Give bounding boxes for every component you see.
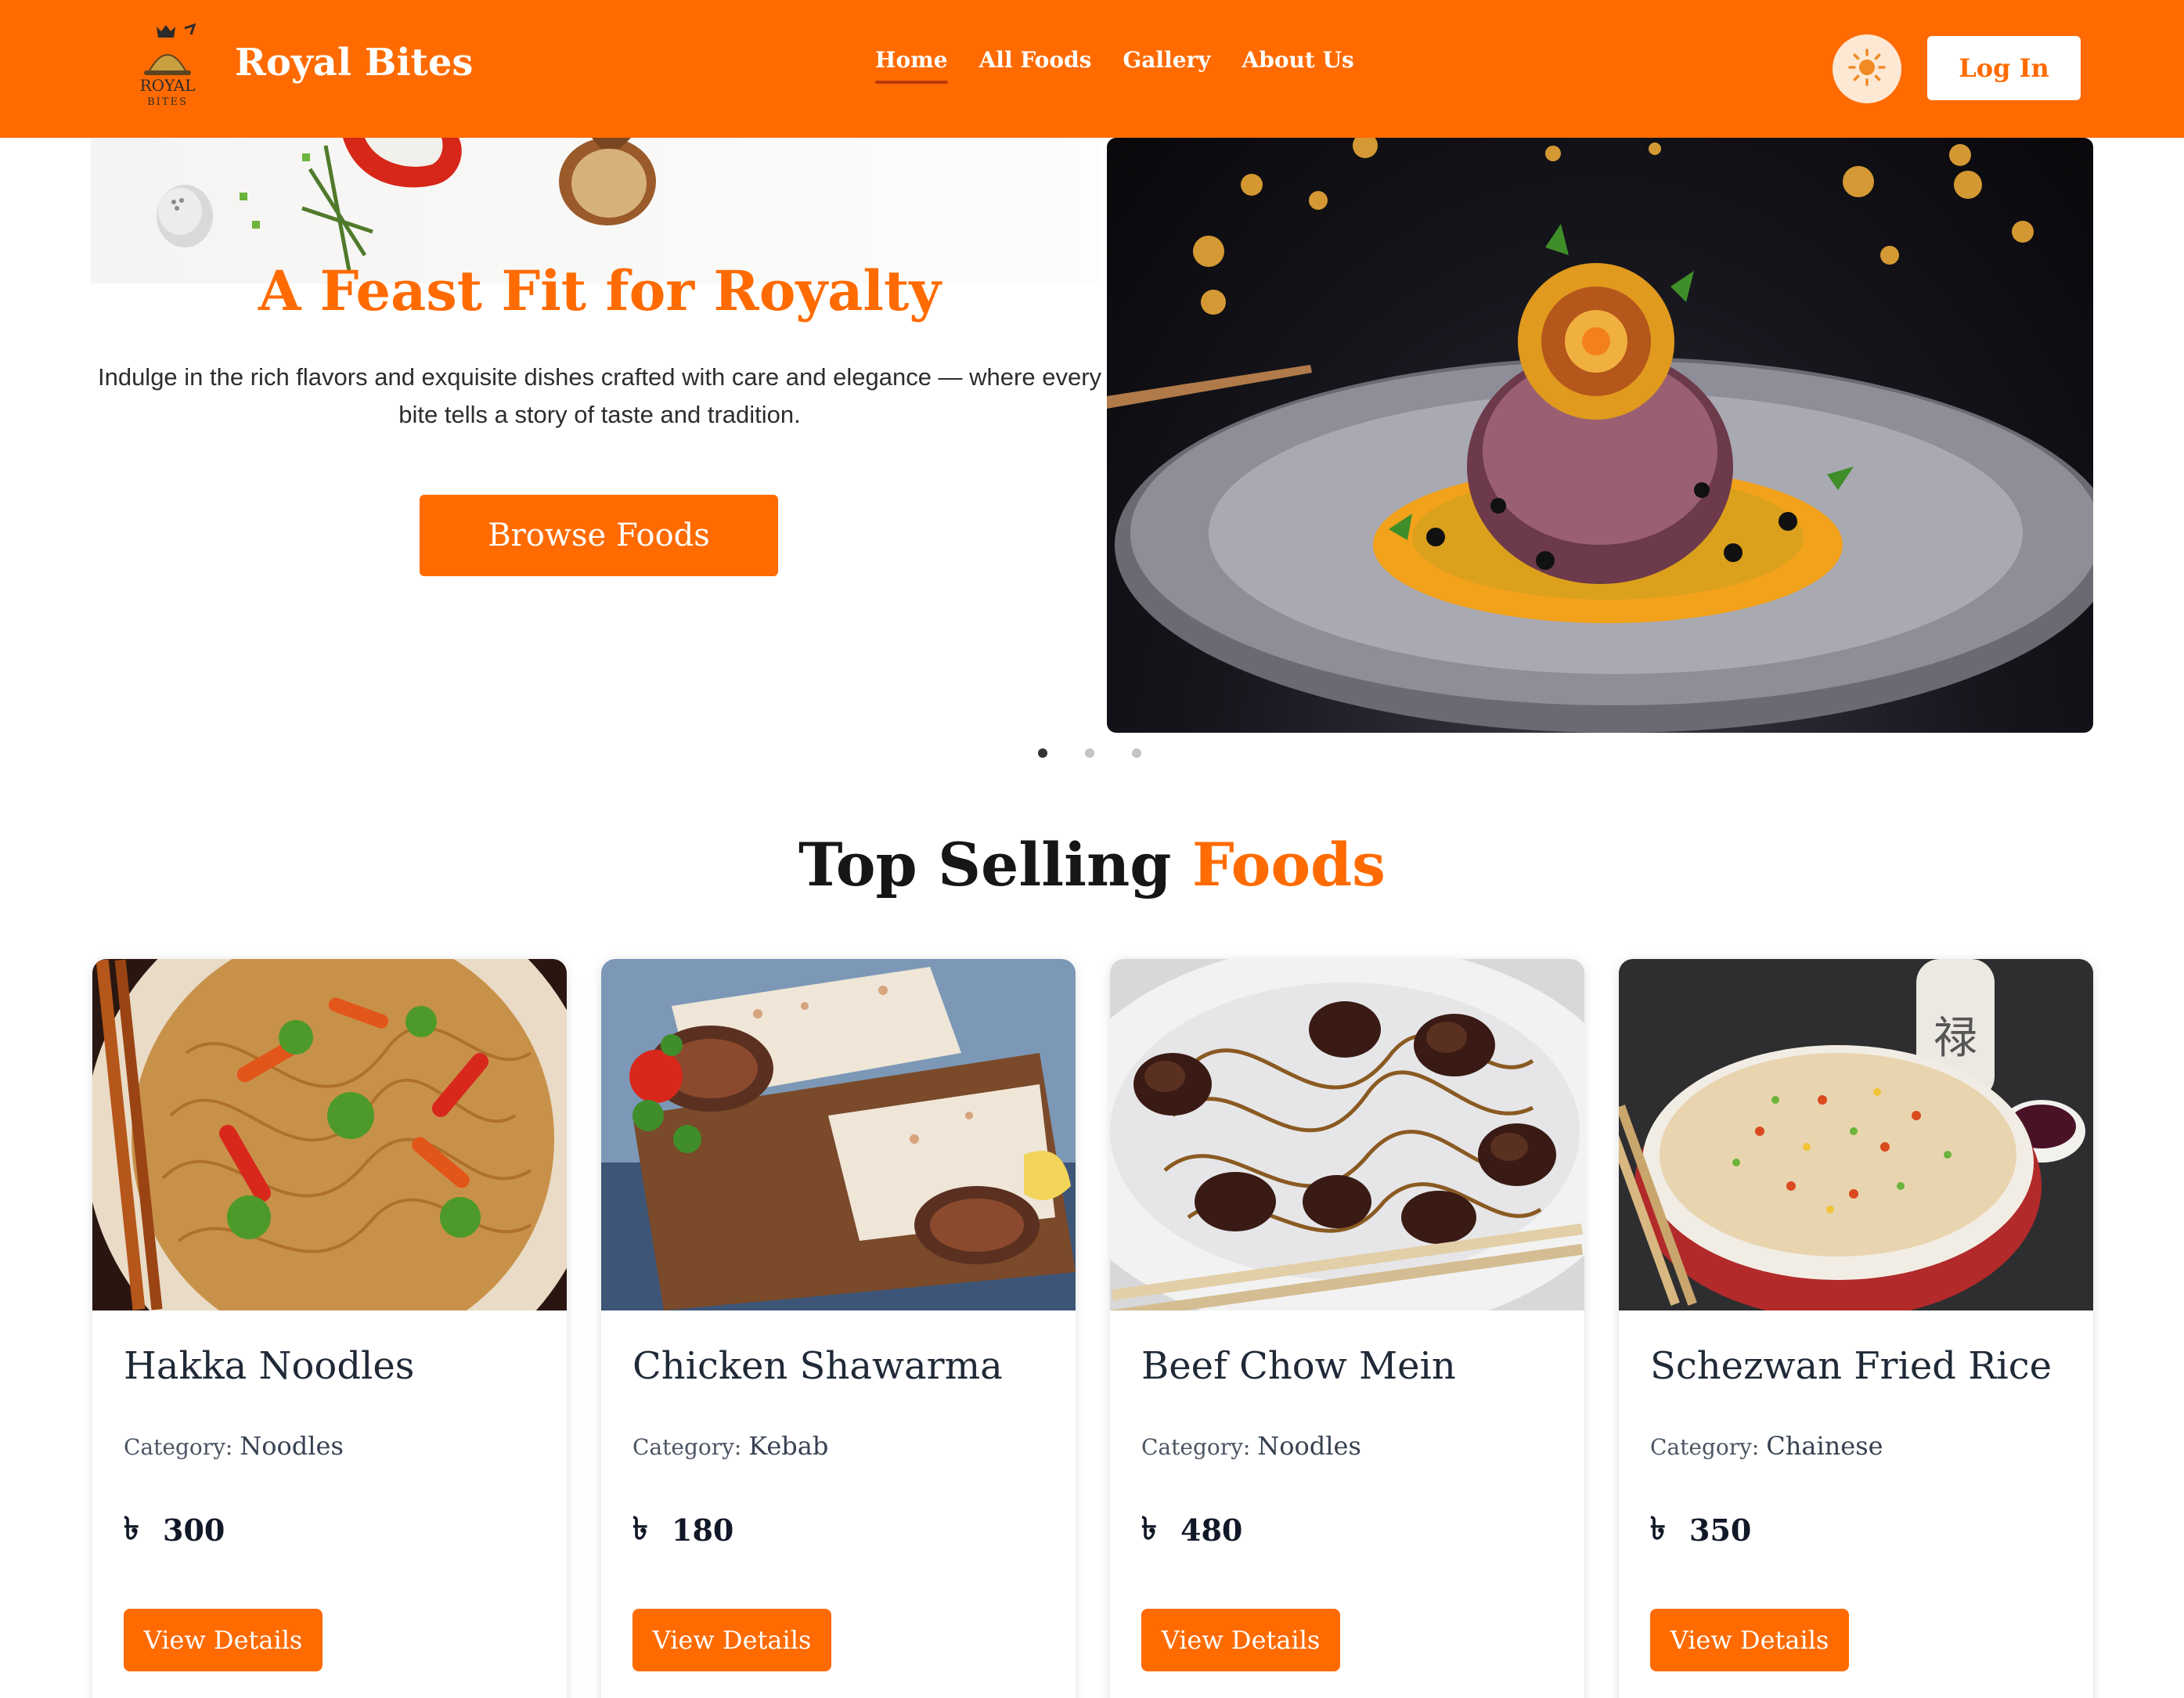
food-price: ৳ 350 (1650, 1504, 1751, 1556)
price-value: 180 (672, 1512, 734, 1548)
food-card: Hakka Noodles Category: Noodles ৳ 300 Vie… (92, 959, 567, 1698)
food-name: Beef Chow Mein (1141, 1344, 1456, 1388)
browse-foods-button[interactable]: Browse Foods (420, 495, 778, 576)
category-label: Category: (1141, 1434, 1251, 1460)
section-title: Top Selling Foods (0, 830, 2184, 899)
food-image-schezwan-fried-rice: 禄 (1619, 959, 2093, 1310)
carousel-dot-3[interactable] (1132, 748, 1141, 758)
navbar: ROYAL BITES Royal Bites Home All Foods G… (0, 0, 2184, 138)
category-value: Noodles (1257, 1431, 1361, 1461)
food-category: Category: Noodles (1141, 1431, 1361, 1461)
carousel-dot-1[interactable] (1038, 748, 1047, 758)
taka-currency-icon: ৳ (1141, 1511, 1157, 1547)
food-price: ৳ 180 (632, 1504, 733, 1556)
taka-currency-icon: ৳ (124, 1511, 139, 1547)
food-card-list: Hakka Noodles Category: Noodles ৳ 300 Vie… (92, 959, 2093, 1698)
food-image-hakka-noodles (92, 959, 567, 1310)
brand-name[interactable]: Royal Bites (235, 41, 473, 85)
svg-text:BITES: BITES (147, 96, 188, 108)
svg-text:禄: 禄 (1934, 1013, 1977, 1064)
price-value: 480 (1180, 1512, 1243, 1548)
view-details-button[interactable]: View Details (1141, 1609, 1340, 1671)
view-details-button[interactable]: View Details (124, 1609, 323, 1671)
food-price: ৳ 300 (124, 1504, 225, 1556)
nav-gallery[interactable]: Gallery (1123, 47, 1210, 84)
nav-home[interactable]: Home (875, 47, 948, 84)
sun-icon (1847, 48, 1887, 91)
food-name: Schezwan Fried Rice (1650, 1344, 2052, 1388)
category-value: Noodles (240, 1431, 344, 1461)
food-price: ৳ 480 (1141, 1504, 1242, 1556)
food-card: 禄 Schezwan Fried Rice Category: Chainese… (1619, 959, 2093, 1698)
section-title-plain: Top Selling (798, 830, 1192, 899)
category-value: Kebab (748, 1431, 829, 1461)
category-label: Category: (124, 1434, 233, 1460)
nav-about-us[interactable]: About Us (1242, 47, 1354, 84)
carousel-dot-2[interactable] (1085, 748, 1094, 758)
food-name: Chicken Shawarma (632, 1344, 1003, 1388)
theme-toggle-button[interactable] (1833, 34, 1901, 103)
food-category: Category: Chainese (1650, 1431, 1883, 1461)
food-card: Beef Chow Mein Category: Noodles ৳ 480 Vi… (1110, 959, 1584, 1698)
category-value: Chainese (1766, 1431, 1883, 1461)
price-value: 350 (1689, 1512, 1752, 1548)
login-button[interactable]: Log In (1927, 36, 2081, 100)
food-category: Category: Kebab (632, 1431, 828, 1461)
category-label: Category: (1650, 1434, 1760, 1460)
hero-dish-image (1107, 138, 2093, 733)
food-image-chicken-shawarma (601, 959, 1076, 1310)
food-card: Chicken Shawarma Category: Kebab ৳ 180 Vi… (601, 959, 1076, 1698)
view-details-button[interactable]: View Details (1650, 1609, 1849, 1671)
carousel-dots (1038, 748, 1141, 758)
nav-all-foods[interactable]: All Foods (979, 47, 1092, 84)
view-details-button[interactable]: View Details (632, 1609, 831, 1671)
svg-text:ROYAL: ROYAL (140, 76, 196, 95)
hero-description: Indulge in the rich flavors and exquisit… (97, 363, 1102, 428)
main-nav: Home All Foods Gallery About Us (875, 47, 1354, 84)
royal-bites-logo[interactable]: ROYAL BITES (130, 23, 205, 111)
food-name: Hakka Noodles (124, 1344, 415, 1388)
food-category: Category: Noodles (124, 1431, 344, 1461)
food-image-beef-chow-mein (1110, 959, 1584, 1310)
price-value: 300 (163, 1512, 225, 1548)
taka-currency-icon: ৳ (632, 1511, 648, 1547)
hero-title: A Feast Fit for Royalty (258, 258, 942, 323)
category-label: Category: (632, 1434, 742, 1460)
section-title-accent: Foods (1191, 830, 1386, 899)
taka-currency-icon: ৳ (1650, 1511, 1666, 1547)
